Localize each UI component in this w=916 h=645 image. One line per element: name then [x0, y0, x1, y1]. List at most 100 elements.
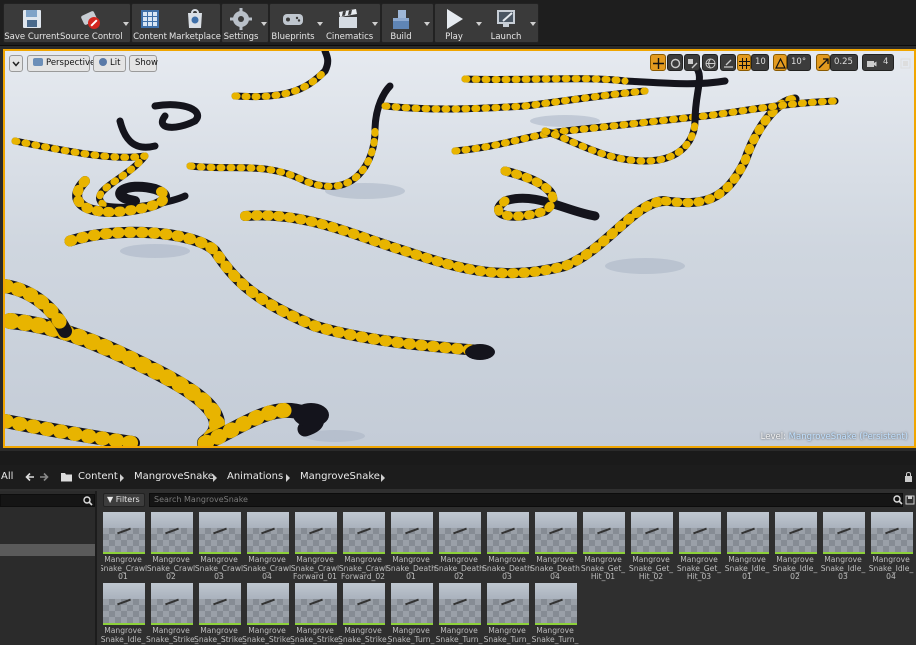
- save-current-button[interactable]: Save Current: [4, 4, 60, 44]
- scale-mode-button[interactable]: [684, 54, 700, 71]
- thumbnail-sky: [871, 512, 913, 528]
- asset-tile[interactable]: Mangrove Snake_Turn_: [532, 581, 578, 645]
- build-dropdown[interactable]: [421, 4, 433, 44]
- animation-thumbnail: [439, 512, 481, 554]
- asset-name-line: Snake_Turn_: [387, 634, 435, 644]
- grid-snap-value[interactable]: 10: [751, 54, 769, 71]
- animation-thumbnail: [199, 512, 241, 554]
- asset-tile[interactable]: Mangrove Snake_Crawl Forward_02: [339, 510, 387, 581]
- rotate-mode-button[interactable]: [667, 54, 683, 71]
- asset-tile[interactable]: Mangrove Snake_Turn_: [483, 581, 531, 645]
- play-dropdown[interactable]: [473, 4, 485, 44]
- viewport-options-button[interactable]: [9, 55, 23, 72]
- animation-thumbnail: [247, 512, 289, 554]
- launch-dropdown[interactable]: [527, 4, 539, 44]
- show-button[interactable]: Show: [129, 55, 158, 72]
- filter-bar: ▼ Filters Search MangroveSnake: [101, 491, 916, 509]
- perspective-icon: [33, 58, 43, 66]
- rotation-snap-value[interactable]: 10°: [787, 54, 811, 71]
- lock-icon[interactable]: [903, 471, 914, 483]
- animation-thumbnail: [247, 583, 289, 625]
- toolbar-group-settings: Settings: [221, 3, 269, 43]
- asset-grid: Mangrove Snake_Crawl 01 Mangrove Snake_Crawl…: [101, 510, 916, 645]
- breadcrumb-content[interactable]: Content: [78, 471, 118, 482]
- asset-name-line: 01: [742, 572, 752, 581]
- breadcrumb-mangrovesnake-anim[interactable]: MangroveSnake: [300, 471, 380, 482]
- asset-tile[interactable]: Mangrove Snake_Crawl 02: [147, 510, 195, 581]
- asset-name: Mangrove Snake_Strike_: [194, 626, 247, 644]
- scale-snap-toggle[interactable]: [816, 54, 830, 71]
- cinematics-button[interactable]: Cinematics: [326, 4, 373, 44]
- asset-tile[interactable]: Mangrove Snake_Idle_ 04: [869, 510, 913, 581]
- asset-tile[interactable]: Mangrove Snake_Death 03: [482, 510, 532, 581]
- folder-search-input[interactable]: [0, 494, 95, 507]
- asset-tile[interactable]: Mangrove Snake_Crawl 03: [195, 510, 243, 581]
- level-viewport[interactable]: Perspective Lit Show 10 10° 0.25 4 Level…: [3, 49, 916, 448]
- asset-tile[interactable]: Mangrove Snake_Get_ Hit_02: [629, 510, 673, 581]
- asset-tile[interactable]: Mangrove Snake_Death 01: [386, 510, 436, 581]
- asset-tile[interactable]: Mangrove Snake_Idle_ 02: [773, 510, 817, 581]
- breadcrumb-animations[interactable]: Animations: [227, 471, 283, 482]
- asset-tile[interactable]: Mangrove Snake_Crawl Forward_01: [291, 510, 339, 581]
- launch-button[interactable]: Launch: [485, 4, 527, 44]
- thumbnail-sky: [439, 512, 481, 528]
- asset-tile[interactable]: Mangrove Snake_Crawl 01: [101, 510, 147, 581]
- breadcrumb-separator[interactable]: [213, 474, 217, 482]
- animation-thumbnail: [535, 512, 577, 554]
- perspective-button[interactable]: Perspective: [27, 55, 95, 72]
- snake-head: [293, 403, 329, 427]
- asset-tile[interactable]: Mangrove Snake_Death 04: [530, 510, 580, 581]
- camera-speed-button[interactable]: 4: [862, 54, 894, 71]
- asset-name-line: Snake_Strike_: [146, 634, 199, 644]
- grid-snap-toggle[interactable]: [737, 54, 751, 71]
- asset-name-line: Snake_Turn_: [483, 634, 531, 644]
- cinematics-dropdown[interactable]: [369, 4, 381, 44]
- breadcrumb-separator[interactable]: [381, 474, 385, 482]
- selected-folder-row[interactable]: [0, 544, 95, 556]
- play-button[interactable]: Play: [435, 4, 473, 44]
- asset-tile[interactable]: Mangrove Snake_Get_ Hit_03: [677, 510, 721, 581]
- blueprints-button[interactable]: Blueprints: [270, 4, 316, 44]
- world-local-button[interactable]: [702, 54, 718, 71]
- asset-tile[interactable]: Mangrove Snake_Turn_: [387, 581, 435, 645]
- asset-tile[interactable]: Mangrove Snake_Strike_: [146, 581, 199, 645]
- breadcrumb-separator[interactable]: [120, 474, 124, 482]
- filter-funnel-icon: ▼: [107, 495, 114, 504]
- rotation-snap-toggle[interactable]: [773, 54, 787, 71]
- forward-arrow-icon[interactable]: [38, 471, 50, 483]
- thumbnail-sky: [391, 512, 433, 528]
- breadcrumb-mangrovesnake[interactable]: MangroveSnake: [134, 471, 214, 482]
- asset-tile[interactable]: Mangrove Snake_Strike_: [338, 581, 391, 645]
- maximize-icon: [900, 58, 911, 69]
- marketplace-button[interactable]: Marketplace: [168, 4, 222, 44]
- maximize-viewport-button[interactable]: [898, 54, 911, 71]
- settings-button[interactable]: Settings: [222, 4, 260, 44]
- asset-tile[interactable]: Mangrove Snake_Idle_ 03: [821, 510, 865, 581]
- source-control-button[interactable]: Source Control: [60, 4, 123, 44]
- build-button[interactable]: Build: [382, 4, 420, 44]
- asset-search-input[interactable]: Search MangroveSnake: [149, 493, 903, 507]
- asset-tile[interactable]: Mangrove Snake_Strike_: [242, 581, 295, 645]
- save-search-icon[interactable]: [905, 495, 915, 505]
- asset-tile[interactable]: Mangrove Snake_Get_ Hit_01: [581, 510, 625, 581]
- asset-tile[interactable]: Mangrove Snake_Idle_ 01: [725, 510, 769, 581]
- blueprints-dropdown[interactable]: [314, 4, 326, 44]
- filters-button[interactable]: ▼ Filters: [103, 493, 145, 507]
- surface-snap-button[interactable]: [720, 54, 736, 71]
- content-button[interactable]: Content: [132, 4, 168, 44]
- toolbar-group-save: Save Current Source Control: [3, 3, 131, 43]
- asset-tile[interactable]: Mangrove Snake_Turn_: [436, 581, 482, 645]
- translate-mode-button[interactable]: [650, 54, 666, 71]
- asset-tile[interactable]: Mangrove Snake_Crawl 04: [243, 510, 291, 581]
- asset-tile[interactable]: Mangrove Snake_Death 02: [434, 510, 484, 581]
- lit-button[interactable]: Lit: [93, 55, 126, 72]
- asset-tile[interactable]: Mangrove Snake_Idle_: [101, 581, 145, 645]
- asset-tile[interactable]: Mangrove Snake_Strike_: [194, 581, 247, 645]
- scale-snap-value[interactable]: 0.25: [830, 54, 858, 71]
- editor-window: Save Current Source Control Content Mark…: [0, 0, 916, 645]
- breadcrumb-separator[interactable]: [286, 474, 290, 482]
- back-arrow-icon[interactable]: [24, 471, 36, 483]
- toolbar-group-content: Content Marketplace: [131, 3, 221, 43]
- sources-all-label[interactable]: All: [1, 471, 13, 482]
- asset-tile[interactable]: Mangrove Snake_Strike_: [290, 581, 343, 645]
